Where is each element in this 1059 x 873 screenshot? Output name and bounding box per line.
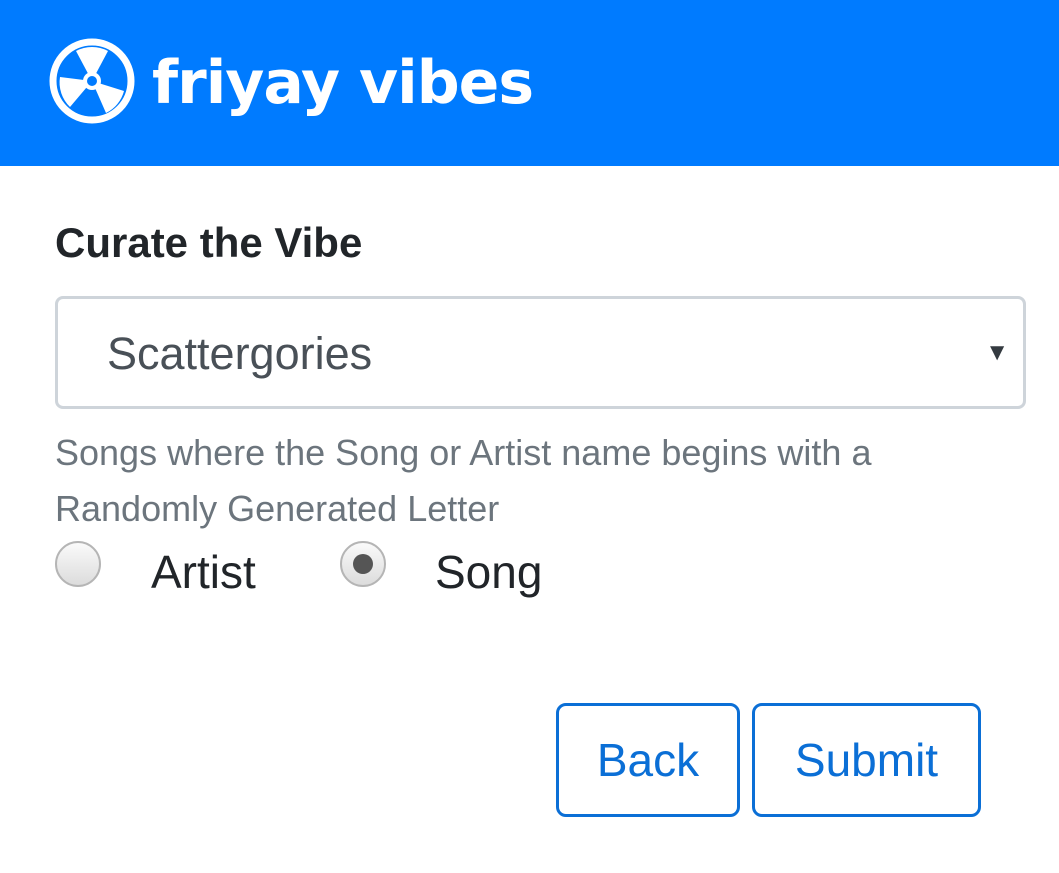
song-radio[interactable] (340, 541, 386, 587)
page-title: Curate the Vibe (55, 219, 363, 266)
chevron-down-icon: ▼ (985, 339, 1009, 366)
submit-button[interactable]: Submit (752, 703, 981, 817)
artist-radio[interactable] (55, 541, 101, 587)
select-value: Scattergories (107, 328, 373, 379)
vibe-description: Songs where the Song or Artist name begi… (55, 432, 872, 529)
vibe-select[interactable]: Scattergories ▼ (55, 296, 1026, 409)
back-button[interactable]: Back (556, 703, 740, 817)
app-header: friyay vibes (0, 0, 1059, 166)
artist-radio-label[interactable]: Artist (151, 545, 256, 599)
brand-logo-text[interactable]: friyay vibes (152, 48, 534, 118)
song-radio-label[interactable]: Song (435, 545, 542, 599)
vinyl-record-icon (49, 38, 135, 124)
